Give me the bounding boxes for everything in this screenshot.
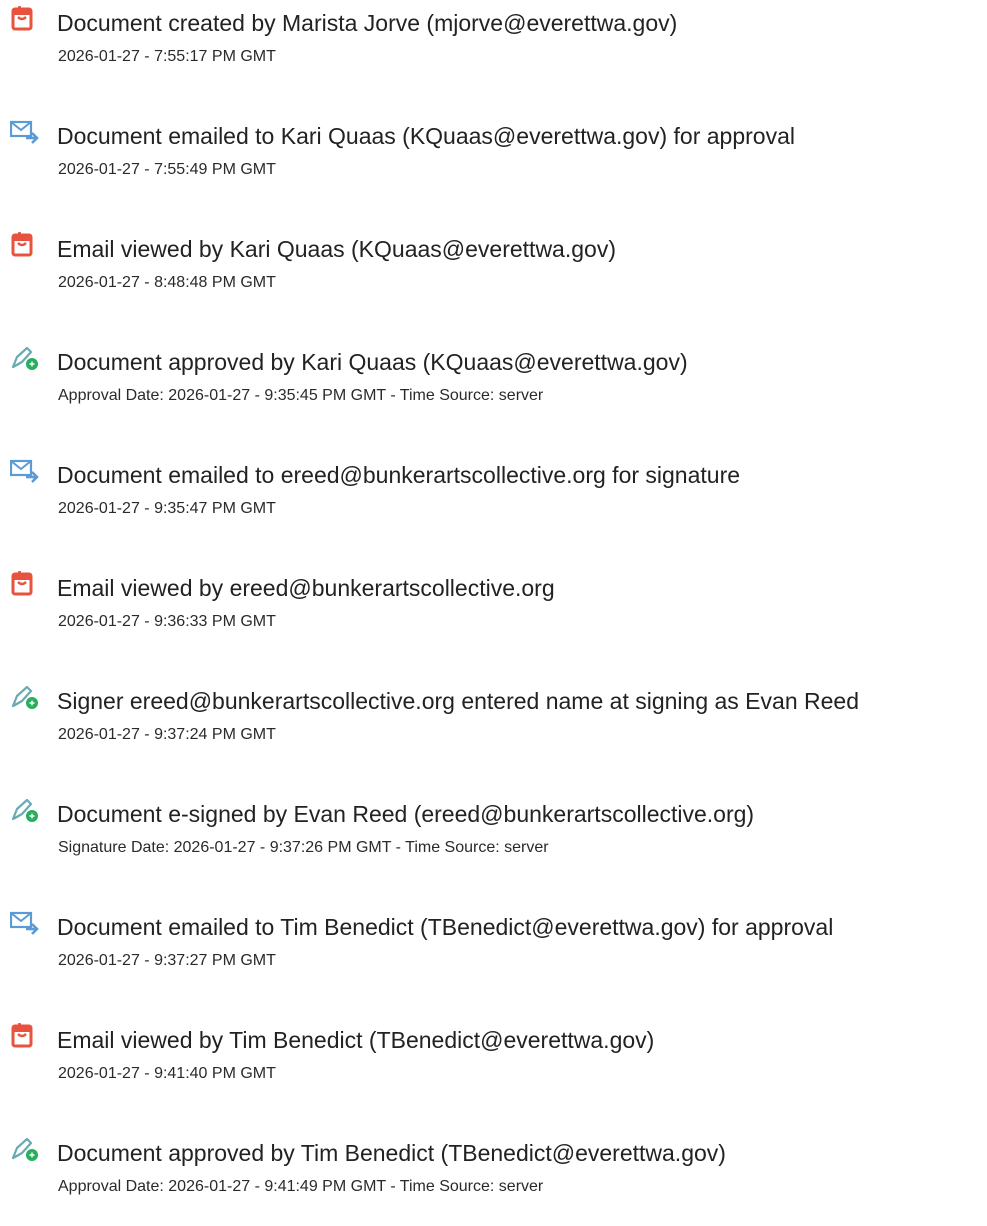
entry-timestamp: 2026-01-27 - 7:55:49 PM GMT bbox=[58, 161, 276, 178]
audit-entry: Signer ereed@bunkerartscollective.org en… bbox=[0, 678, 987, 758]
entry-timestamp: 2026-01-27 - 9:36:33 PM GMT bbox=[58, 613, 276, 630]
entry-title: Document approved by Tim Benedict (TBene… bbox=[57, 1140, 726, 1166]
entry-title: Email viewed by Tim Benedict (TBenedict@… bbox=[57, 1027, 655, 1053]
entry-title: Signer ereed@bunkerartscollective.org en… bbox=[57, 688, 859, 714]
entry-timestamp: Signature Date: 2026-01-27 - 9:37:26 PM … bbox=[58, 839, 549, 856]
entry-title: Document e-signed by Evan Reed (ereed@bu… bbox=[57, 801, 755, 827]
document-viewed-icon bbox=[10, 1023, 42, 1049]
audit-entry: Document created by Marista Jorve (mjorv… bbox=[0, 0, 987, 80]
audit-entry: Email viewed by ereed@bunkerartscollecti… bbox=[0, 565, 987, 645]
entry-timestamp: Approval Date: 2026-01-27 - 9:35:45 PM G… bbox=[58, 387, 544, 404]
email-sent-icon bbox=[10, 458, 42, 484]
entry-timestamp: 2026-01-27 - 9:41:40 PM GMT bbox=[58, 1065, 276, 1082]
audit-entry: Document approved by Tim Benedict (TBene… bbox=[0, 1130, 987, 1210]
audit-entry: Document approved by Kari Quaas (KQuaas@… bbox=[0, 339, 987, 419]
esign-pen-icon bbox=[10, 345, 42, 371]
document-viewed-icon bbox=[10, 571, 42, 597]
document-viewed-icon bbox=[10, 232, 42, 258]
entry-title: Document created by Marista Jorve (mjorv… bbox=[57, 10, 678, 36]
entry-timestamp: 2026-01-27 - 8:48:48 PM GMT bbox=[58, 274, 276, 291]
esign-pen-icon bbox=[10, 1136, 42, 1162]
esign-pen-icon bbox=[10, 797, 42, 823]
audit-entry: Document e-signed by Evan Reed (ereed@bu… bbox=[0, 791, 987, 871]
document-created-icon bbox=[10, 6, 42, 32]
audit-entry: Document emailed to ereed@bunkerartscoll… bbox=[0, 452, 987, 532]
entry-timestamp: 2026-01-27 - 9:35:47 PM GMT bbox=[58, 500, 276, 517]
entry-title: Document emailed to Tim Benedict (TBened… bbox=[57, 914, 834, 940]
esign-pen-icon bbox=[10, 684, 42, 710]
email-sent-icon bbox=[10, 119, 42, 145]
audit-entry: Document emailed to Kari Quaas (KQuaas@e… bbox=[0, 113, 987, 193]
audit-entry: Document emailed to Tim Benedict (TBened… bbox=[0, 904, 987, 984]
entry-title: Document emailed to ereed@bunkerartscoll… bbox=[57, 462, 741, 488]
entry-title: Document approved by Kari Quaas (KQuaas@… bbox=[57, 349, 688, 375]
entry-title: Document emailed to Kari Quaas (KQuaas@e… bbox=[57, 123, 795, 149]
audit-entry: Email viewed by Tim Benedict (TBenedict@… bbox=[0, 1017, 987, 1097]
email-sent-icon bbox=[10, 910, 42, 936]
entry-title: Email viewed by ereed@bunkerartscollecti… bbox=[57, 575, 555, 601]
entry-timestamp: 2026-01-27 - 7:55:17 PM GMT bbox=[58, 48, 276, 65]
entry-timestamp: Approval Date: 2026-01-27 - 9:41:49 PM G… bbox=[58, 1178, 544, 1195]
entry-title: Email viewed by Kari Quaas (KQuaas@evere… bbox=[57, 236, 616, 262]
audit-entry: Email viewed by Kari Quaas (KQuaas@evere… bbox=[0, 226, 987, 306]
entry-timestamp: 2026-01-27 - 9:37:24 PM GMT bbox=[58, 726, 276, 743]
entry-timestamp: 2026-01-27 - 9:37:27 PM GMT bbox=[58, 952, 276, 969]
